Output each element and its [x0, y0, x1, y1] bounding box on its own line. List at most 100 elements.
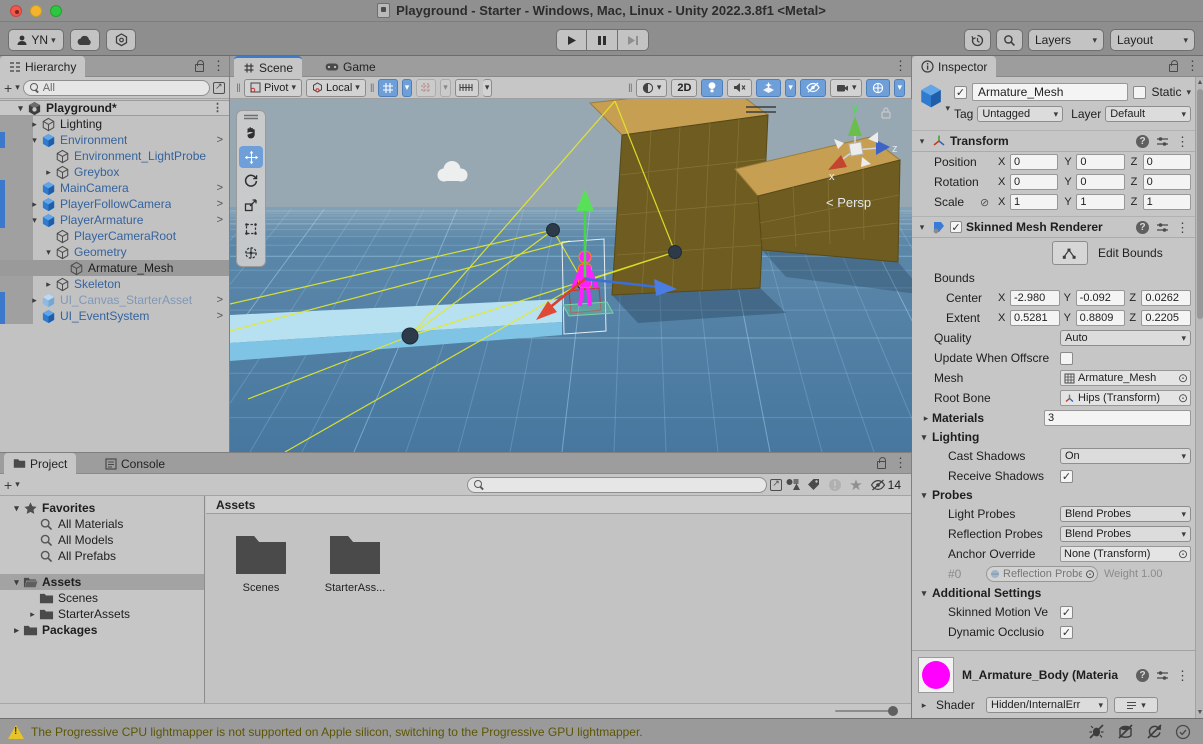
hierarchy-search-input[interactable]: All — [23, 80, 210, 96]
active-checkbox[interactable]: ✓ — [954, 86, 967, 99]
mesh-object-field[interactable]: Armature_Mesh⊙ — [1060, 370, 1191, 386]
light-probe-handle[interactable] — [669, 246, 682, 259]
help-icon[interactable]: ? — [1136, 135, 1149, 148]
prefab-open-chevron[interactable]: > — [217, 310, 229, 322]
status-message[interactable]: The Progressive CPU lightmapper is not s… — [31, 725, 1081, 739]
static-checkbox[interactable] — [1133, 86, 1146, 99]
snap-button[interactable] — [416, 79, 436, 97]
rotation-y-field[interactable]: 0 — [1076, 174, 1124, 190]
kebab-menu-icon[interactable]: ⋮ — [1176, 135, 1189, 148]
light-probe-handle[interactable] — [547, 224, 560, 237]
project-tree-item-starterassets[interactable]: ▸StarterAssets — [0, 606, 204, 622]
inspector-scrollbar[interactable]: ▲ ▼ — [1195, 77, 1203, 718]
layout-dropdown[interactable]: Layout▾ — [1110, 29, 1195, 51]
view-tool-button[interactable] — [239, 122, 263, 144]
version-control-button[interactable] — [106, 29, 136, 51]
prefab-open-chevron[interactable]: > — [217, 134, 229, 146]
kebab-menu-icon[interactable]: ⋮ — [212, 59, 225, 72]
presets-icon[interactable] — [1156, 670, 1169, 681]
toolbar-grip[interactable]: ‖ — [628, 81, 632, 95]
foldout-icon[interactable]: ▾ — [28, 135, 41, 146]
update-offscreen-checkbox[interactable] — [1060, 352, 1073, 365]
foldout-icon[interactable]: ▾ — [918, 490, 930, 501]
presets-icon[interactable] — [1156, 222, 1169, 233]
layers-dropdown[interactable]: Layers▾ — [1028, 29, 1104, 51]
hierarchy-item-playerfollowcamera[interactable]: ▸PlayerFollowCamera> — [0, 196, 229, 212]
light-probe-handle[interactable] — [402, 328, 418, 344]
foldout-icon[interactable]: ▾ — [916, 136, 928, 147]
2d-toggle-button[interactable]: 2D — [671, 79, 697, 97]
step-button[interactable] — [618, 29, 649, 51]
reflection-probes-dropdown[interactable]: Blend Probes▾ — [1060, 526, 1191, 542]
extent-x-field[interactable]: 0.5281 — [1010, 310, 1060, 326]
transform-component-header[interactable]: ▾ Transform ? ⋮ — [912, 130, 1195, 152]
scene-viewport[interactable]: y x z < Persp — [230, 99, 912, 452]
effects-dropdown[interactable]: ▾ — [785, 79, 796, 97]
foldout-icon[interactable]: ▾ — [42, 247, 55, 258]
thumbnail-zoom-slider[interactable] — [835, 710, 893, 712]
open-search-window-icon[interactable] — [770, 479, 782, 491]
static-dropdown-icon[interactable]: ▾ — [1186, 87, 1191, 98]
materials-row[interactable]: ▸ Materials 3 — [912, 408, 1195, 428]
orientation-dropdown[interactable]: Local▾ — [306, 79, 366, 97]
scrollbar-thumb[interactable] — [1197, 89, 1203, 319]
assets-breadcrumb[interactable]: Assets — [206, 496, 911, 514]
layer-dropdown[interactable]: Default▾ — [1105, 106, 1191, 122]
search-button[interactable] — [996, 29, 1023, 51]
scale-tool-button[interactable] — [239, 194, 263, 216]
favorites-star-icon[interactable]: ★ — [849, 476, 862, 494]
audio-toggle-button[interactable] — [727, 79, 752, 97]
material-preview[interactable] — [918, 657, 954, 693]
lighting-toggle-button[interactable] — [701, 79, 723, 97]
hierarchy-scene-row[interactable]: ▾Playground*⋮ — [0, 100, 229, 116]
position-y-field[interactable]: 0 — [1076, 154, 1124, 170]
project-search-input[interactable] — [467, 477, 767, 493]
hidden-packages-toggle[interactable]: 14 — [870, 478, 901, 492]
hierarchy-item-greybox[interactable]: ▸Greybox — [0, 164, 229, 180]
create-dropdown-icon[interactable]: ▾ — [15, 479, 20, 490]
kebab-menu-icon[interactable]: ⋮ — [894, 456, 907, 469]
edit-bounds-button[interactable] — [1052, 241, 1088, 265]
foldout-icon[interactable]: ▸ — [28, 119, 41, 130]
grid-dropdown[interactable]: ▾ — [402, 79, 413, 97]
preset-disabled-icon[interactable] — [828, 478, 842, 492]
foldout-icon[interactable]: ▾ — [10, 577, 23, 588]
project-tree-item-all-materials[interactable]: All Materials — [0, 516, 204, 532]
gizmos-dropdown[interactable]: ▾ — [894, 79, 905, 97]
project-tree-item-scenes[interactable]: Scenes — [0, 590, 204, 606]
camera-settings-dropdown[interactable]: ▾ — [830, 79, 863, 97]
move-tool-button[interactable] — [239, 146, 263, 168]
hierarchy-item-environment[interactable]: ▾Environment> — [0, 132, 229, 148]
background-tasks-icon[interactable] — [1175, 724, 1191, 740]
center-y-field[interactable]: -0.092 — [1076, 290, 1126, 306]
additional-settings-header[interactable]: ▾Additional Settings — [912, 584, 1195, 602]
foldout-icon[interactable]: ▸ — [28, 199, 41, 210]
gizmos-button[interactable] — [866, 79, 890, 97]
hierarchy-item-maincamera[interactable]: MainCamera> — [0, 180, 229, 196]
scroll-up-arrow[interactable]: ▲ — [1196, 79, 1203, 86]
foldout-icon[interactable]: ▾ — [918, 588, 930, 599]
material-foldout-icon[interactable]: ▸ — [918, 700, 930, 711]
cast-shadows-dropdown[interactable]: On▾ — [1060, 448, 1191, 464]
help-icon[interactable]: ? — [1136, 669, 1149, 682]
foldout-icon[interactable]: ▸ — [920, 413, 932, 424]
debugger-disabled-icon[interactable] — [1088, 724, 1105, 739]
probes-section-header[interactable]: ▾Probes — [912, 486, 1195, 504]
search-by-label-icon[interactable] — [807, 478, 821, 491]
anchor-override-object-field[interactable]: None (Transform)⊙ — [1060, 546, 1191, 562]
pause-button[interactable] — [587, 29, 618, 51]
tab-hierarchy[interactable]: Hierarchy — [0, 56, 85, 77]
project-tree-item-favorites[interactable]: ▾Favorites — [0, 500, 204, 516]
create-button[interactable]: + — [4, 477, 12, 493]
kebab-menu-icon[interactable]: ⋮ — [894, 59, 907, 72]
component-enabled-checkbox[interactable]: ✓ — [950, 221, 962, 233]
prefab-open-chevron[interactable]: > — [217, 182, 229, 194]
rect-tool-button[interactable] — [239, 218, 263, 240]
create-dropdown-icon[interactable]: ▾ — [15, 82, 20, 93]
scale-y-field[interactable]: 1 — [1076, 194, 1124, 210]
play-button[interactable] — [556, 29, 587, 51]
foldout-icon[interactable]: ▾ — [14, 103, 27, 114]
lighting-section-header[interactable]: ▾Lighting — [912, 428, 1195, 446]
kebab-menu-icon[interactable]: ⋮ — [212, 103, 229, 114]
materials-count-field[interactable]: 3 — [1044, 410, 1191, 426]
